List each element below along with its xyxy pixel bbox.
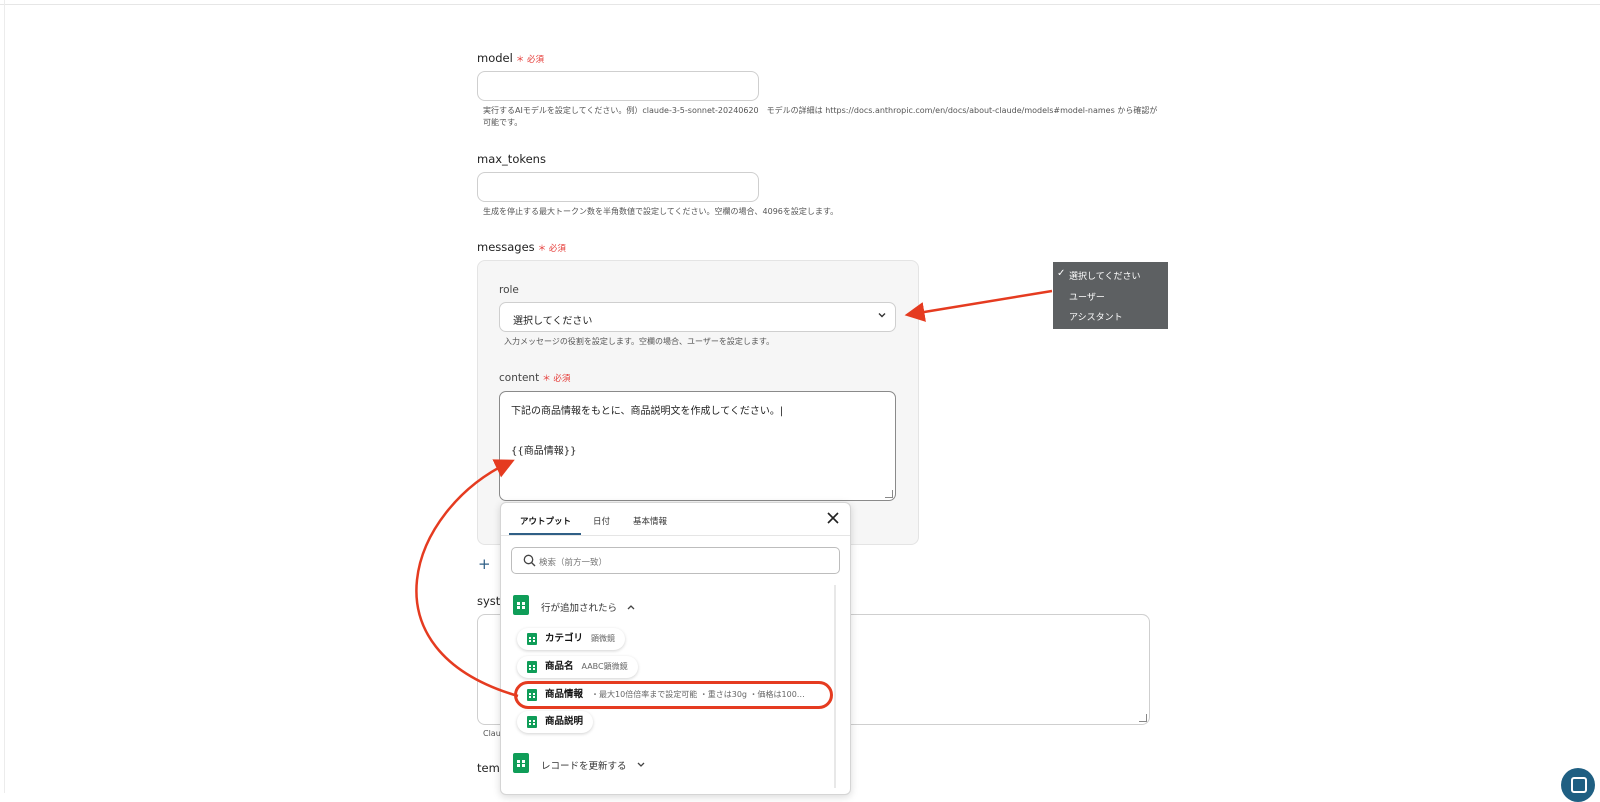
required-mark: ＊ 必須: [542, 374, 571, 384]
close-icon[interactable]: [826, 511, 840, 525]
model-input[interactable]: [477, 71, 759, 101]
role-label: role: [499, 284, 519, 296]
messages-label: messages ＊ 必須: [477, 240, 566, 254]
content-label: content ＊ 必須: [499, 372, 571, 384]
annotation-arrow-role: [904, 289, 1053, 322]
role-select-value: 選択してください: [513, 316, 593, 327]
max-tokens-help: 生成を停止する最大トークン数を半角数値で設定してください。空欄の場合、4096を…: [483, 207, 839, 216]
max-tokens-label: max_tokens: [477, 152, 546, 166]
model-label: model ＊ 必須: [477, 51, 545, 65]
chat-support-button[interactable]: [1561, 768, 1595, 802]
dropdown-option-user[interactable]: ユーザー: [1069, 290, 1105, 303]
content-line-2: {{商品情報}}: [511, 446, 577, 457]
chevron-up-icon: [627, 605, 635, 610]
role-dropdown-menu: ✓ 選択してください ユーザー アシスタント: [1053, 262, 1168, 329]
add-message-button[interactable]: +: [478, 555, 491, 573]
google-sheets-icon: [527, 716, 537, 728]
left-border: [4, 0, 5, 793]
resize-handle[interactable]: [1139, 714, 1147, 722]
tab-date[interactable]: 日付: [593, 515, 610, 527]
chevron-down-icon: [878, 313, 886, 318]
dropdown-option-select[interactable]: 選択してください: [1069, 269, 1140, 282]
tab-output[interactable]: アウトプット: [520, 515, 571, 527]
chevron-down-icon: [637, 762, 645, 767]
checkmark-icon: ✓: [1057, 268, 1066, 279]
system-label: syst: [477, 594, 501, 608]
group-header-update-record[interactable]: レコードを更新する: [541, 758, 646, 772]
group-header-row-added[interactable]: 行が追加されたら: [541, 600, 636, 614]
max-tokens-input[interactable]: [477, 172, 759, 202]
role-help: 入力メッセージの役割を設定します。空欄の場合、ユーザーを設定します。: [504, 337, 775, 346]
role-select[interactable]: 選択してください: [499, 302, 896, 332]
required-mark: ＊ 必須: [515, 55, 545, 65]
top-border: [0, 4, 1600, 5]
variable-chip-product-description[interactable]: 商品説明: [517, 711, 594, 733]
tab-divider: [501, 535, 850, 536]
required-mark: ＊ 必須: [537, 244, 566, 254]
resize-handle[interactable]: [885, 490, 893, 498]
variable-chip-product-name[interactable]: 商品名 AABC顕微鏡: [517, 656, 638, 678]
variable-chip-product-info[interactable]: 商品情報 ・最大10倍倍率まで設定可能 ・重さは30g ・価格は100…: [514, 681, 833, 709]
google-sheets-icon: [527, 633, 537, 645]
variable-picker-popup: アウトプット 日付 基本情報 検索（前方一致） 行が追加されたら カテゴリ 顕微鏡…: [500, 502, 851, 795]
search-input[interactable]: 検索（前方一致）: [511, 547, 840, 574]
dropdown-option-assistant[interactable]: アシスタント: [1069, 310, 1123, 323]
google-sheets-icon: [513, 753, 529, 773]
google-sheets-icon: [527, 661, 537, 673]
variable-chip-category[interactable]: カテゴリ 顕微鏡: [517, 628, 626, 650]
system-help: Clau: [483, 729, 501, 738]
tab-basic-info[interactable]: 基本情報: [633, 515, 667, 527]
search-icon: [523, 554, 536, 567]
scrollbar[interactable]: [834, 585, 836, 788]
google-sheets-icon: [527, 689, 537, 701]
content-textarea[interactable]: 下記の商品情報をもとに、商品説明文を作成してください。| {{商品情報}}: [499, 391, 896, 501]
google-sheets-icon: [513, 595, 529, 615]
search-placeholder: 検索（前方一致）: [539, 558, 608, 568]
model-help: 実行するAIモデルを設定してください。例）claude-3-5-sonnet-2…: [483, 106, 1158, 127]
content-line-1: 下記の商品情報をもとに、商品説明文を作成してください。|: [511, 406, 784, 417]
